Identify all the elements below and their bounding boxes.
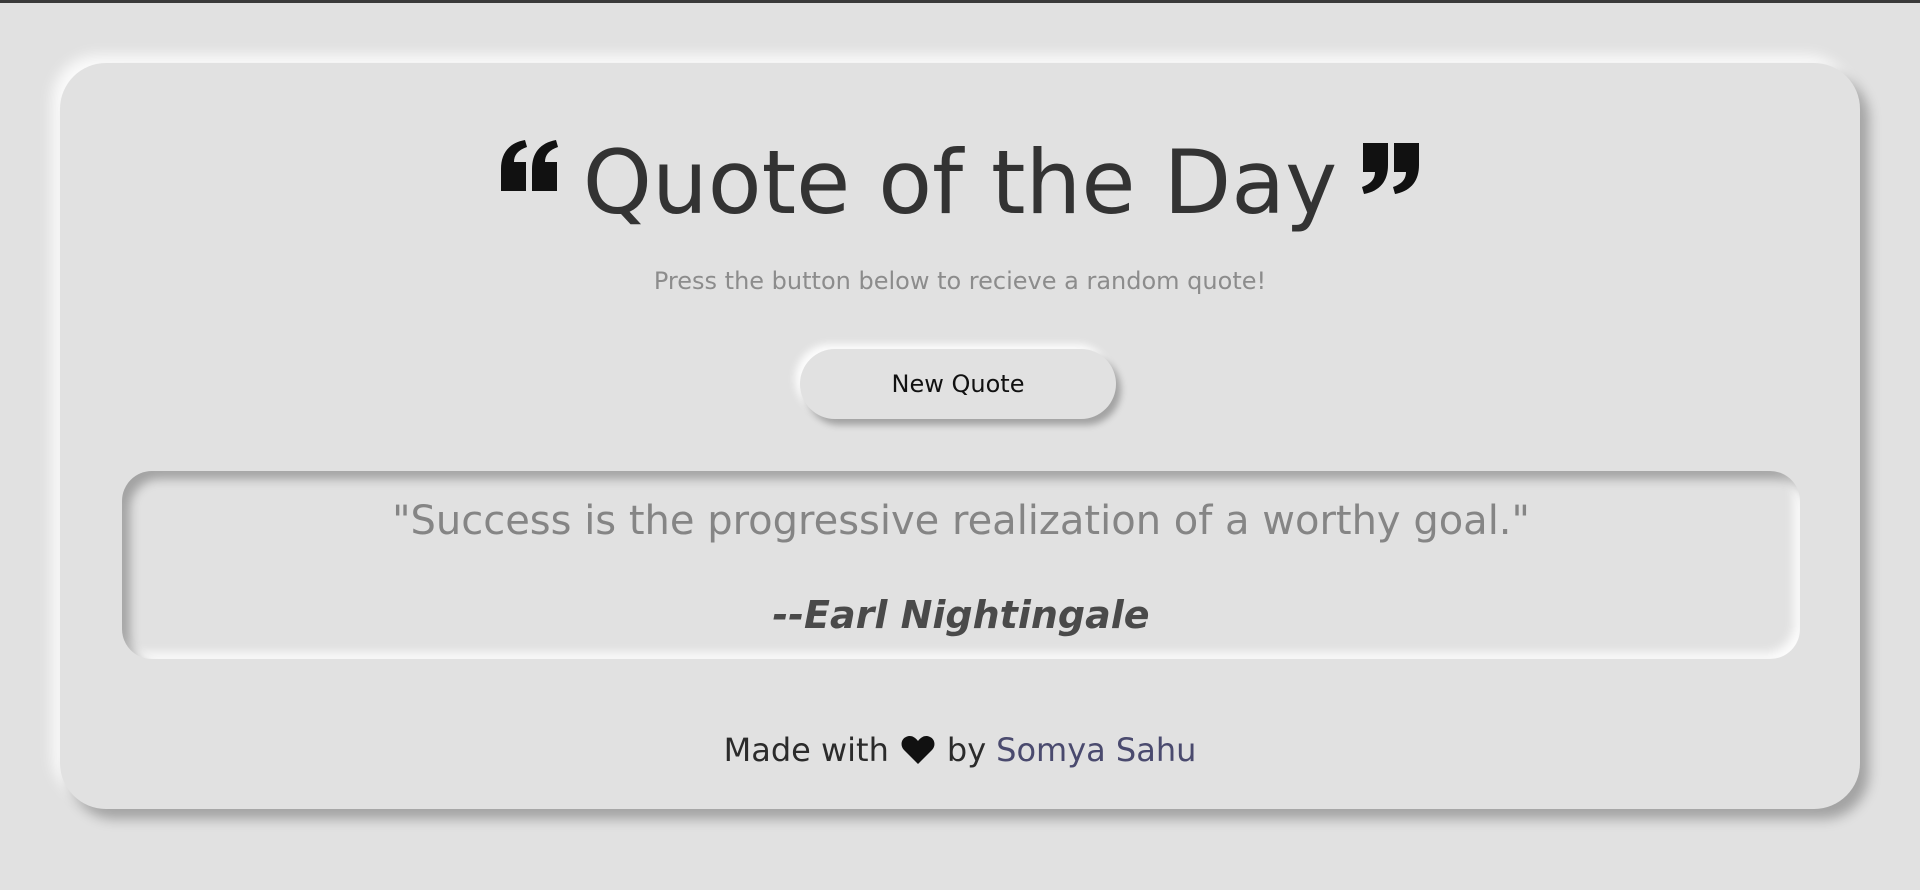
new-quote-button[interactable]: New Quote: [800, 349, 1116, 419]
quote-right-icon: [1361, 139, 1421, 195]
heart-icon: [901, 735, 935, 765]
footer-made-with: Made with: [723, 731, 889, 769]
quote-card: Quote of the Day Press the button below …: [60, 63, 1860, 809]
quote-author: --Earl Nightingale: [772, 593, 1150, 637]
author-link[interactable]: Somya Sahu: [996, 731, 1196, 769]
quote-box: "Success is the progressive realization …: [122, 471, 1800, 659]
footer: Made with by Somya Sahu: [60, 728, 1860, 772]
page-title: Quote of the Day: [60, 123, 1860, 243]
subtitle: Press the button below to recieve a rand…: [653, 267, 1267, 295]
quote-left-icon: [499, 139, 559, 195]
footer-by: by: [946, 731, 987, 769]
quote-text: "Success is the progressive realization …: [392, 498, 1530, 544]
title-text: Quote of the Day: [582, 131, 1338, 234]
